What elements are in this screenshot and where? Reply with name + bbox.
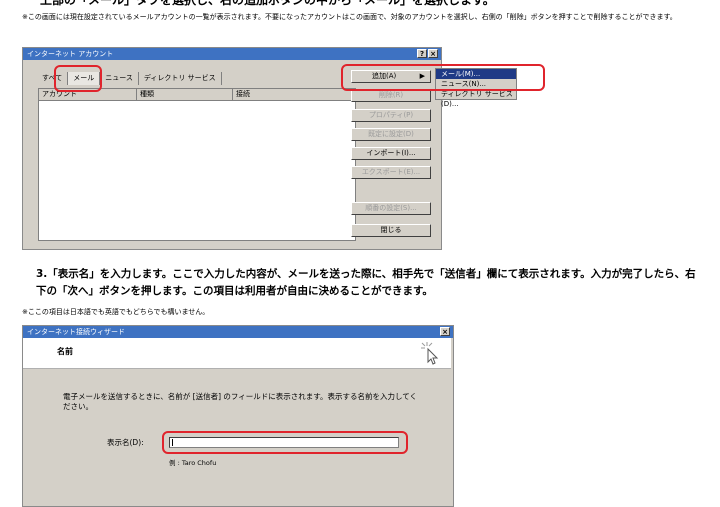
note-language: ※ここの項目は日本語でも英語でもどちらでも構いません。	[22, 308, 210, 316]
wizard-description: 電子メールを送信するときに、名前が [送信者] のフィールドに表示されます。表示…	[63, 392, 418, 411]
properties-button[interactable]: プロパティ(P)	[351, 109, 431, 122]
tab-news[interactable]: ニュース	[100, 72, 139, 85]
wizard-titlebar: インターネット接続ウィザード ×	[23, 326, 453, 338]
highlight-mail-tab	[54, 65, 102, 92]
wizard-step-title: 名前	[57, 347, 73, 356]
help-button[interactable]: ?	[417, 49, 427, 58]
wizard-cursor-icon	[421, 342, 439, 365]
set-default-button[interactable]: 既定に設定(D)	[351, 128, 431, 141]
window-title: インターネット アカウント	[27, 50, 114, 58]
close-button[interactable]: 閉じる	[351, 224, 431, 237]
import-button[interactable]: インポート(I)...	[351, 147, 431, 160]
highlight-add-menu	[341, 64, 545, 91]
display-name-example: 例 : Taro Chofu	[169, 459, 217, 467]
wizard-title: インターネット接続ウィザード	[27, 328, 125, 336]
step3-instruction: 3.「表示名」を入力します。ここで入力した内容が、メールを送った際に、相手先で「…	[36, 268, 696, 297]
display-name-label: 表示名(D):	[107, 438, 144, 447]
highlight-display-name-input	[162, 431, 408, 454]
export-button[interactable]: エクスポート(E)...	[351, 166, 431, 179]
column-connection[interactable]: 接続	[233, 89, 353, 100]
note-account-list: ※この画面には現在設定されているメールアカウントの一覧が表示されます。不要になっ…	[22, 13, 677, 21]
wizard-header: 名前	[23, 338, 451, 369]
set-order-button[interactable]: 順番の設定(S)...	[351, 202, 431, 215]
top-heading: 上部の「メール」タブを選択し、右の追加ボタンの中から「メール」を選択します。	[40, 0, 495, 7]
close-icon[interactable]: ×	[440, 327, 450, 336]
column-type[interactable]: 種類	[137, 89, 233, 100]
tab-directory-service[interactable]: ディレクトリ サービス	[139, 72, 222, 85]
account-list[interactable]: アカウント 種類 接続	[38, 88, 356, 241]
connection-wizard-window: インターネット接続ウィザード × 名前 電子メールを送信するときに、名前が [送…	[22, 325, 454, 507]
close-icon[interactable]: ×	[428, 49, 438, 58]
titlebar: インターネット アカウント ? ×	[23, 48, 441, 60]
